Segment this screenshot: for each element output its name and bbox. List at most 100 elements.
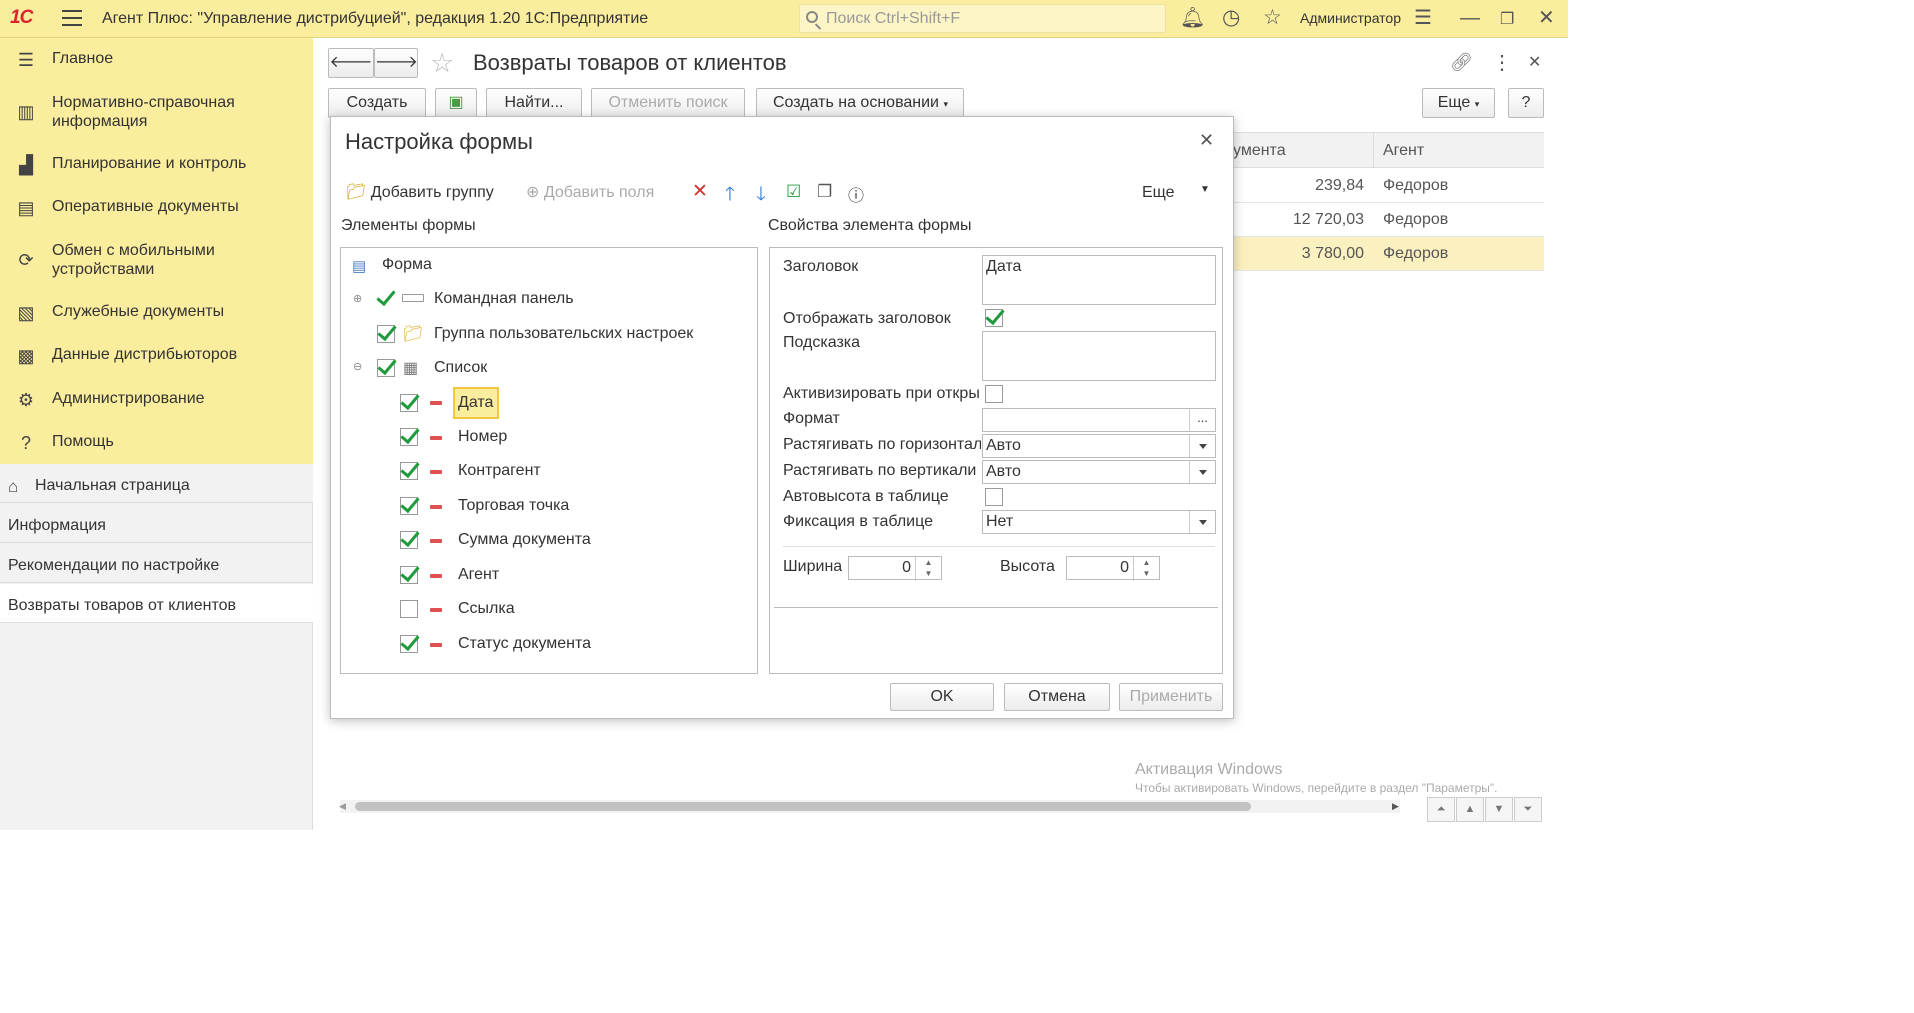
checkbox-link[interactable] [400,600,418,618]
close-window-icon[interactable]: ✕ [1538,8,1555,28]
tree-item[interactable]: Список [434,359,487,377]
section-planning[interactable]: ▟ Планирование и контроль [0,155,313,177]
column-agent-header[interactable]: Агент [1383,142,1424,160]
more-button[interactable]: Еще ▾ [1422,88,1495,118]
section-help[interactable]: ? Помощь [0,433,313,455]
tree-item[interactable]: Торговая точка [458,497,569,515]
nav-recommendations[interactable]: Рекомендации по настройке [0,544,313,583]
height-field[interactable]: 0 ▲ ▼ [1066,556,1160,581]
scroll-right-icon[interactable]: ▶ [1392,801,1399,812]
uncheck-all-icon[interactable]: ❐ [817,182,832,202]
minimize-icon[interactable]: — [1460,8,1480,28]
favorite-star-icon[interactable]: ☆ [430,48,454,79]
ok-button[interactable]: OK [890,683,994,711]
help-button[interactable]: ? [1508,88,1544,118]
nav-returns[interactable]: Возвраты товаров от клиентов [0,584,313,623]
hint-field[interactable] [982,331,1216,381]
main-menu-icon[interactable] [62,10,82,26]
table-row-selected[interactable]: 3 780,00 Федоров [1233,237,1544,271]
checkbox-list[interactable] [377,359,395,377]
delete-icon[interactable]: ✕ [692,180,708,203]
star-icon[interactable]: ☆ [1263,7,1282,28]
section-admin[interactable]: ⚙ Администрирование [0,390,313,412]
fix-select[interactable]: Нет [982,510,1216,534]
stretch-h-select[interactable]: Авто [982,434,1216,458]
create-button[interactable]: Создать [328,88,426,118]
back-button[interactable]: 🡐 [328,48,374,78]
section-distributors[interactable]: ▩ Данные дистрибьюторов [0,346,313,368]
spin-icon[interactable]: ▲ ▼ [1133,557,1159,581]
ellipsis-button[interactable]: ... [1189,409,1215,431]
scroll-bottom-icon[interactable]: ⏷ [1514,797,1542,822]
collapse-icon[interactable]: ⊖ [353,360,362,373]
tree-item[interactable]: Сумма документа [458,531,591,549]
apply-button[interactable]: Применить [1119,683,1223,711]
width-field[interactable]: 0 ▲ ▼ [848,556,942,581]
check-all-icon[interactable]: ☑ [786,182,801,202]
move-up-icon[interactable]: 🡑 [725,180,735,212]
checkbox-doc-status[interactable] [400,635,418,653]
checkbox-trade-point[interactable] [400,497,418,515]
tree-item[interactable]: Командная панель [434,290,574,308]
forward-button[interactable]: 🡒 [374,48,418,78]
dialog-close-icon[interactable]: ✕ [1199,130,1214,151]
add-fields-button[interactable]: ⊕ Добавить поля [526,182,654,202]
spin-icon[interactable]: ▲ ▼ [915,557,941,581]
expand-icon[interactable]: ⊕ [353,292,362,305]
table-row[interactable]: 239,84 Федоров [1233,169,1544,203]
cancel-button[interactable]: Отмена [1004,683,1110,711]
section-catalogs[interactable]: ▥ Нормативно-справочная информация [0,94,313,134]
activate-checkbox[interactable] [985,385,1003,403]
tree-item[interactable]: Группа пользовательских настроек [434,325,693,343]
tree-root[interactable]: Форма [382,256,432,274]
nav-home[interactable]: ⌂ Начальная страница [0,464,313,503]
checkbox-counterparty[interactable] [400,462,418,480]
checkbox-agent[interactable] [400,566,418,584]
section-operations[interactable]: ▤ Оперативные документы [0,198,313,220]
tree-item[interactable]: Ссылка [458,600,515,618]
checkbox-date[interactable] [400,394,418,412]
move-down-icon[interactable]: 🡓 [756,180,766,212]
checkbox-user-settings-group[interactable] [377,325,395,343]
table-row[interactable]: 12 720,03 Федоров [1233,203,1544,237]
scroll-left-icon[interactable]: ◀ [339,801,346,812]
format-field[interactable]: ... [982,408,1216,432]
section-service-docs[interactable]: ▧ Служебные документы [0,303,313,325]
tree-item[interactable]: Статус документа [458,635,591,653]
dialog-more-button[interactable]: Еще ▼ [1142,184,1210,202]
close-form-icon[interactable]: ✕ [1528,52,1541,72]
help-circle-icon[interactable]: ⓘ [848,182,864,206]
stretch-v-select[interactable]: Авто [982,460,1216,484]
scroll-top-icon[interactable]: ⏶ [1427,797,1455,822]
tree-item[interactable]: Номер [458,428,507,446]
horizontal-scroll-thumb[interactable] [355,802,1251,811]
title-field[interactable]: Дата [982,255,1216,305]
tree-item[interactable]: Контрагент [458,462,541,480]
checkbox-doc-sum[interactable] [400,531,418,549]
checkbox-number[interactable] [400,428,418,446]
page-down-icon[interactable]: ▼ [1485,797,1513,822]
page-up-icon[interactable]: ▲ [1456,797,1484,822]
show-title-checkbox[interactable] [985,309,1003,327]
restore-icon[interactable]: ❐ [1500,10,1514,30]
settings-menu-icon[interactable]: ☰ [1414,8,1432,28]
copy-doc-button[interactable]: ▣ [435,88,477,118]
history-icon[interactable]: ◷ [1222,7,1240,28]
section-main[interactable]: ☰ Главное [0,50,313,72]
column-sum-header[interactable]: умента [1233,142,1286,160]
cancel-search-button[interactable]: Отменить поиск [591,88,745,118]
tree-item-selected[interactable]: Дата [458,394,493,412]
link-icon[interactable]: 🔗︎ [1450,52,1473,73]
add-group-button[interactable]: 📁︎ Добавить группу [346,182,494,202]
search-input[interactable]: Поиск Ctrl+Shift+F [799,4,1166,33]
bell-icon[interactable]: 🔔︎ [1180,8,1205,28]
section-mobile-exchange[interactable]: ⟳ Обмен с мобильными устройствами [0,242,313,282]
create-based-button[interactable]: Создать на основании ▾ [756,88,964,118]
checkbox-command-panel[interactable] [377,291,395,309]
more-actions-icon[interactable]: ⋮ [1492,50,1512,75]
user-name[interactable]: Администратор [1300,10,1401,26]
tree-item[interactable]: Агент [458,566,499,584]
find-button[interactable]: Найти... [486,88,582,118]
autoheight-checkbox[interactable] [985,488,1003,506]
nav-info[interactable]: Информация [0,504,313,543]
